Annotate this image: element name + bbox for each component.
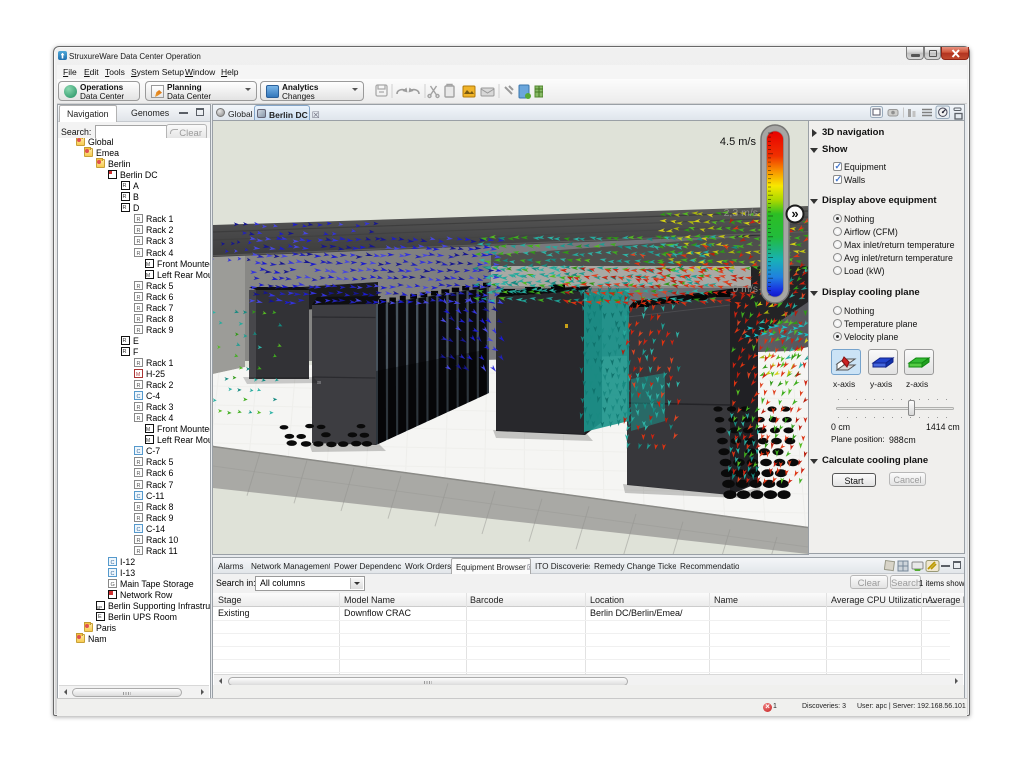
svg-text:2,3 m/s: 2,3 m/s [724,207,758,219]
svg-text:0 m/s: 0 m/s [732,283,758,295]
svg-text:»: » [791,206,798,221]
svg-text:4.5 m/s: 4.5 m/s [720,136,757,148]
